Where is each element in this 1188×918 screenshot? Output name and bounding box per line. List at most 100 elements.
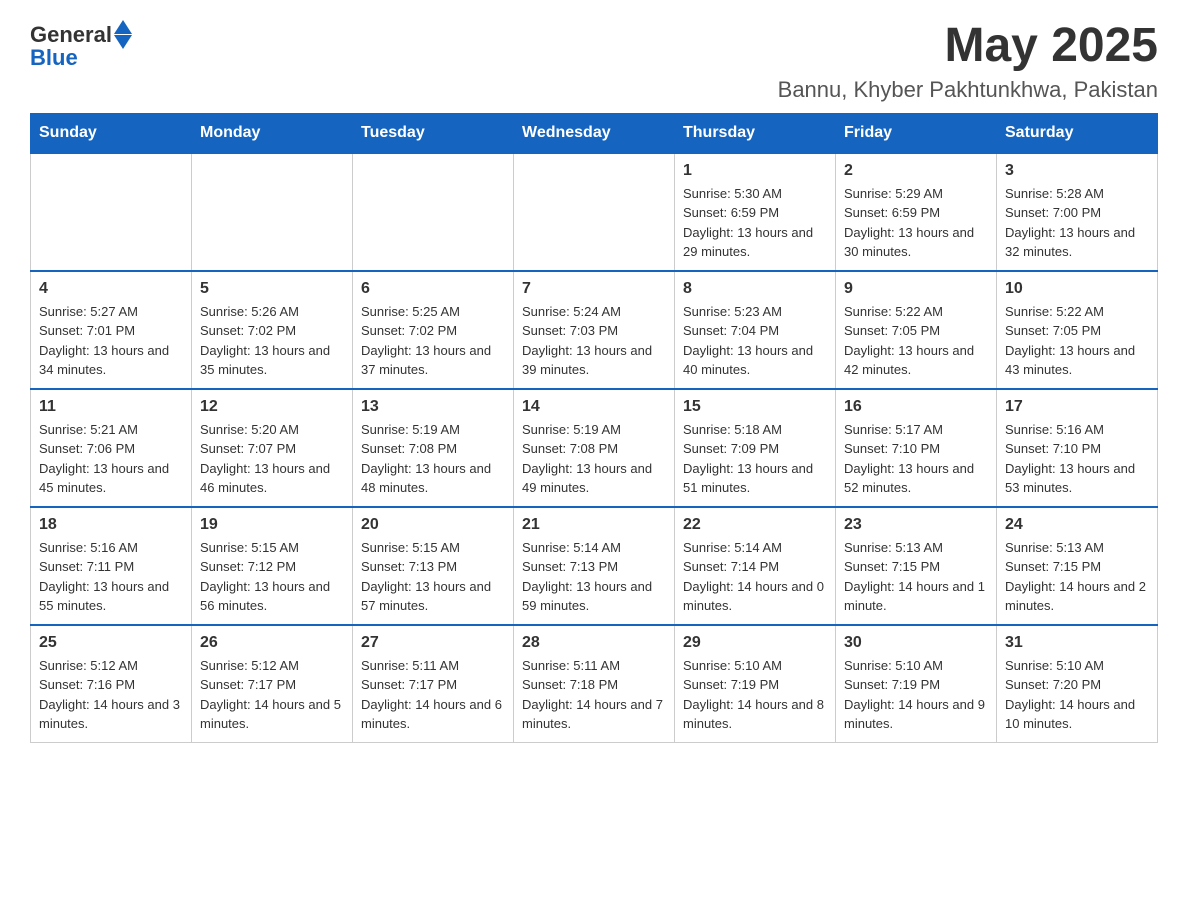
calendar-cell: 14Sunrise: 5:19 AMSunset: 7:08 PMDayligh…	[514, 389, 675, 507]
calendar-cell: 3Sunrise: 5:28 AMSunset: 7:00 PMDaylight…	[997, 153, 1158, 271]
day-number: 9	[844, 280, 988, 298]
day-info: Sunrise: 5:15 AMSunset: 7:12 PMDaylight:…	[200, 538, 344, 616]
week-row-2: 4Sunrise: 5:27 AMSunset: 7:01 PMDaylight…	[31, 271, 1158, 389]
day-number: 27	[361, 634, 505, 652]
day-info: Sunrise: 5:22 AMSunset: 7:05 PMDaylight:…	[1005, 302, 1149, 380]
day-number: 26	[200, 634, 344, 652]
day-number: 11	[39, 398, 183, 416]
day-number: 22	[683, 516, 827, 534]
week-row-5: 25 Sunrise: 5:12 AMSunset: 7:16 PMDayligh…	[31, 625, 1158, 743]
day-info: Sunrise: 5:16 AMSunset: 7:10 PMDaylight:…	[1005, 420, 1149, 498]
day-info: Sunrise: 5:28 AMSunset: 7:00 PMDaylight:…	[1005, 184, 1149, 262]
day-info: Sunrise: 5:30 AMSunset: 6:59 PMDaylight:…	[683, 184, 827, 262]
calendar-cell: 23Sunrise: 5:13 AMSunset: 7:15 PMDayligh…	[836, 507, 997, 625]
day-number: 12	[200, 398, 344, 416]
day-number: 13	[361, 398, 505, 416]
day-info: Sunrise: 5:25 AMSunset: 7:02 PMDaylight:…	[361, 302, 505, 380]
calendar-header-wednesday: Wednesday	[514, 113, 675, 153]
day-number: 24	[1005, 516, 1149, 534]
day-number: 23	[844, 516, 988, 534]
title-block: May 2025 Bannu, Khyber Pakhtunkhwa, Paki…	[778, 20, 1158, 103]
day-number: 25	[39, 634, 183, 652]
day-number: 5	[200, 280, 344, 298]
day-number: 2	[844, 162, 988, 180]
calendar-cell	[192, 153, 353, 271]
calendar-cell: 22 Sunrise: 5:14 AMSunset: 7:14 PMDayligh…	[675, 507, 836, 625]
calendar-cell: 24 Sunrise: 5:13 AMSunset: 7:15 PMDayligh…	[997, 507, 1158, 625]
day-info: Sunrise: 5:23 AMSunset: 7:04 PMDaylight:…	[683, 302, 827, 380]
day-info: Sunrise: 5:26 AMSunset: 7:02 PMDaylight:…	[200, 302, 344, 380]
calendar-cell: 11 Sunrise: 5:21 AMSunset: 7:06 PMDayligh…	[31, 389, 192, 507]
day-info: Sunrise: 5:14 AMSunset: 7:14 PMDaylight:…	[683, 538, 827, 616]
calendar-header-thursday: Thursday	[675, 113, 836, 153]
day-info: Sunrise: 5:13 AMSunset: 7:15 PMDaylight:…	[1005, 538, 1149, 616]
calendar-cell	[353, 153, 514, 271]
day-number: 6	[361, 280, 505, 298]
calendar-cell: 8 Sunrise: 5:23 AMSunset: 7:04 PMDaylight…	[675, 271, 836, 389]
page-header: General Blue May 2025 Bannu, Khyber Pakh…	[30, 20, 1158, 103]
calendar-cell: 27Sunrise: 5:11 AMSunset: 7:17 PMDayligh…	[353, 625, 514, 743]
day-number: 18	[39, 516, 183, 534]
calendar-header-monday: Monday	[192, 113, 353, 153]
calendar-cell: 19Sunrise: 5:15 AMSunset: 7:12 PMDayligh…	[192, 507, 353, 625]
calendar-cell: 15 Sunrise: 5:18 AMSunset: 7:09 PMDayligh…	[675, 389, 836, 507]
day-number: 31	[1005, 634, 1149, 652]
calendar-cell: 29 Sunrise: 5:10 AMSunset: 7:19 PMDayligh…	[675, 625, 836, 743]
calendar-header-tuesday: Tuesday	[353, 113, 514, 153]
day-info: Sunrise: 5:10 AMSunset: 7:19 PMDaylight:…	[844, 656, 988, 734]
day-info: Sunrise: 5:21 AMSunset: 7:06 PMDaylight:…	[39, 420, 183, 498]
day-number: 16	[844, 398, 988, 416]
calendar-cell: 5 Sunrise: 5:26 AMSunset: 7:02 PMDaylight…	[192, 271, 353, 389]
day-number: 30	[844, 634, 988, 652]
day-info: Sunrise: 5:20 AMSunset: 7:07 PMDaylight:…	[200, 420, 344, 498]
calendar-cell: 21Sunrise: 5:14 AMSunset: 7:13 PMDayligh…	[514, 507, 675, 625]
calendar-cell: 4Sunrise: 5:27 AMSunset: 7:01 PMDaylight…	[31, 271, 192, 389]
day-info: Sunrise: 5:24 AMSunset: 7:03 PMDaylight:…	[522, 302, 666, 380]
day-number: 1	[683, 162, 827, 180]
day-info: Sunrise: 5:10 AMSunset: 7:20 PMDaylight:…	[1005, 656, 1149, 734]
week-row-1: 1 Sunrise: 5:30 AMSunset: 6:59 PMDaylight…	[31, 153, 1158, 271]
calendar-cell: 7 Sunrise: 5:24 AMSunset: 7:03 PMDaylight…	[514, 271, 675, 389]
day-info: Sunrise: 5:12 AMSunset: 7:17 PMDaylight:…	[200, 656, 344, 734]
calendar-cell: 6 Sunrise: 5:25 AMSunset: 7:02 PMDaylight…	[353, 271, 514, 389]
logo: General Blue	[30, 20, 132, 71]
day-number: 28	[522, 634, 666, 652]
location-subtitle: Bannu, Khyber Pakhtunkhwa, Pakistan	[778, 77, 1158, 103]
day-number: 15	[683, 398, 827, 416]
month-year-title: May 2025	[778, 20, 1158, 73]
day-info: Sunrise: 5:19 AMSunset: 7:08 PMDaylight:…	[361, 420, 505, 498]
calendar-cell	[514, 153, 675, 271]
day-number: 29	[683, 634, 827, 652]
calendar-table: SundayMondayTuesdayWednesdayThursdayFrid…	[30, 113, 1158, 743]
calendar-header-row: SundayMondayTuesdayWednesdayThursdayFrid…	[31, 113, 1158, 153]
day-number: 20	[361, 516, 505, 534]
day-number: 7	[522, 280, 666, 298]
calendar-cell: 17 Sunrise: 5:16 AMSunset: 7:10 PMDayligh…	[997, 389, 1158, 507]
day-number: 14	[522, 398, 666, 416]
calendar-cell: 16 Sunrise: 5:17 AMSunset: 7:10 PMDayligh…	[836, 389, 997, 507]
day-number: 17	[1005, 398, 1149, 416]
day-info: Sunrise: 5:17 AMSunset: 7:10 PMDaylight:…	[844, 420, 988, 498]
day-info: Sunrise: 5:10 AMSunset: 7:19 PMDaylight:…	[683, 656, 827, 734]
day-info: Sunrise: 5:12 AMSunset: 7:16 PMDaylight:…	[39, 656, 183, 734]
calendar-cell: 30 Sunrise: 5:10 AMSunset: 7:19 PMDayligh…	[836, 625, 997, 743]
calendar-cell: 25 Sunrise: 5:12 AMSunset: 7:16 PMDayligh…	[31, 625, 192, 743]
day-info: Sunrise: 5:11 AMSunset: 7:18 PMDaylight:…	[522, 656, 666, 734]
day-info: Sunrise: 5:16 AMSunset: 7:11 PMDaylight:…	[39, 538, 183, 616]
calendar-cell	[31, 153, 192, 271]
day-number: 8	[683, 280, 827, 298]
day-info: Sunrise: 5:18 AMSunset: 7:09 PMDaylight:…	[683, 420, 827, 498]
calendar-cell: 10Sunrise: 5:22 AMSunset: 7:05 PMDayligh…	[997, 271, 1158, 389]
calendar-cell: 12 Sunrise: 5:20 AMSunset: 7:07 PMDayligh…	[192, 389, 353, 507]
week-row-3: 11 Sunrise: 5:21 AMSunset: 7:06 PMDayligh…	[31, 389, 1158, 507]
calendar-cell: 2 Sunrise: 5:29 AMSunset: 6:59 PMDaylight…	[836, 153, 997, 271]
calendar-cell: 18 Sunrise: 5:16 AMSunset: 7:11 PMDayligh…	[31, 507, 192, 625]
day-info: Sunrise: 5:14 AMSunset: 7:13 PMDaylight:…	[522, 538, 666, 616]
logo-blue-text: Blue	[30, 45, 78, 71]
day-info: Sunrise: 5:29 AMSunset: 6:59 PMDaylight:…	[844, 184, 988, 262]
day-info: Sunrise: 5:15 AMSunset: 7:13 PMDaylight:…	[361, 538, 505, 616]
day-number: 4	[39, 280, 183, 298]
calendar-cell: 28 Sunrise: 5:11 AMSunset: 7:18 PMDayligh…	[514, 625, 675, 743]
calendar-header-sunday: Sunday	[31, 113, 192, 153]
calendar-cell: 1 Sunrise: 5:30 AMSunset: 6:59 PMDaylight…	[675, 153, 836, 271]
